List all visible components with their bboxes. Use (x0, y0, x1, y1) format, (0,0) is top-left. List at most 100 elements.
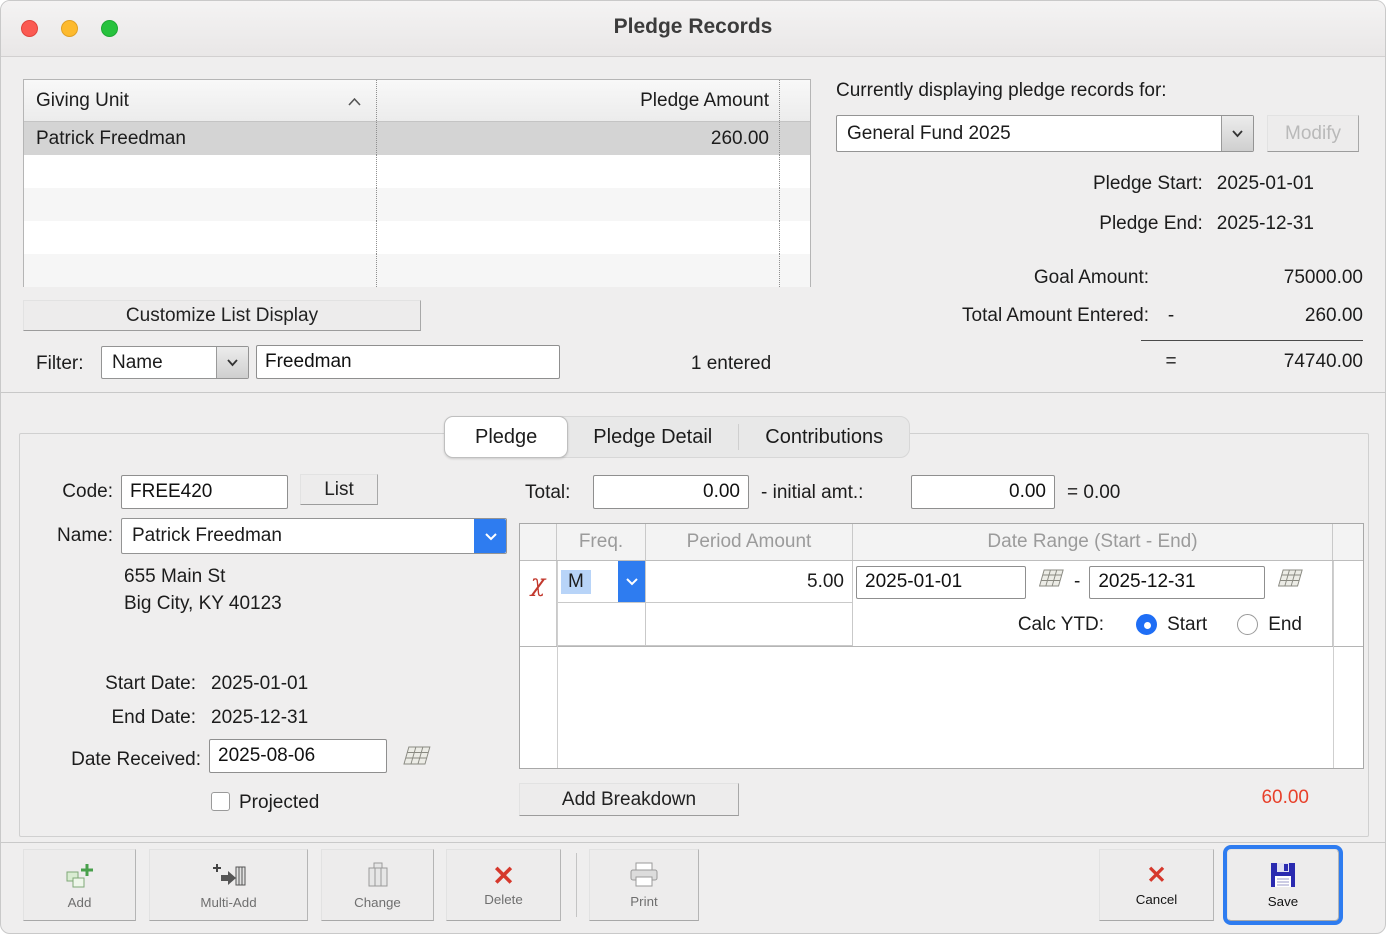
address-block: 655 Main St Big City, KY 40123 (124, 563, 282, 617)
pledge-start-row: Pledge Start: 2025-01-01 (836, 173, 1314, 195)
column-pledge-amount[interactable]: Pledge Amount (376, 80, 779, 121)
projected-checkbox[interactable] (211, 792, 230, 811)
add-breakdown-button[interactable]: Add Breakdown (519, 783, 739, 816)
list-button[interactable]: List (300, 474, 378, 505)
remaining-row: = 74740.00 (836, 351, 1363, 373)
freq-value: M (561, 570, 591, 594)
change-label: Change (354, 895, 401, 910)
column-period-amount: Period Amount (646, 524, 853, 560)
floppy-disk-icon (1270, 862, 1296, 891)
giving-row-empty (24, 254, 810, 287)
entered-count: 1 entered (656, 353, 806, 375)
chevron-down-icon[interactable] (618, 561, 645, 602)
tab-pledge-detail[interactable]: Pledge Detail (567, 417, 738, 457)
calendar-icon[interactable] (1035, 567, 1065, 597)
delete-x-icon: ✕ (492, 863, 515, 889)
code-input[interactable] (121, 475, 288, 509)
initial-amount-input[interactable] (911, 475, 1055, 509)
fund-heading: Currently displaying pledge records for: (836, 80, 1167, 102)
freq-combo[interactable]: M (557, 561, 646, 603)
grid-line (557, 561, 558, 768)
tab-contributions[interactable]: Contributions (739, 417, 909, 457)
code-label: Code: (31, 477, 113, 507)
save-button[interactable]: Save (1227, 849, 1339, 921)
tab-pledge[interactable]: Pledge (444, 416, 568, 458)
giving-row-empty (24, 155, 810, 188)
projected-label: Projected (239, 792, 319, 814)
printer-icon (628, 861, 660, 891)
multi-add-icon (211, 861, 247, 892)
filter-by-value: Name (102, 347, 216, 378)
customize-list-display-button[interactable]: Customize List Display (23, 300, 421, 331)
end-date-value: 2025-12-31 (211, 707, 308, 729)
add-label: Add (68, 895, 92, 910)
print-label: Print (630, 894, 657, 909)
name-select-value: Patrick Freedman (122, 519, 474, 553)
pledge-start-value: 2025-01-01 (1217, 173, 1314, 195)
column-freq: Freq. (557, 524, 646, 560)
pledge-end-row: Pledge End: 2025-12-31 (836, 213, 1314, 235)
filter-by-select[interactable]: Name (101, 346, 249, 379)
total-label: Total: (525, 478, 570, 508)
breakdown-row: χ M 5.00 (520, 561, 1363, 647)
delete-label: Delete (484, 892, 523, 907)
calc-ytd-end-radio[interactable] (1237, 614, 1258, 635)
giving-row-selected[interactable]: Patrick Freedman 260.00 (24, 122, 810, 155)
chevron-down-icon (1221, 116, 1253, 151)
fund-select-value: General Fund 2025 (837, 116, 1221, 151)
row-delete-chi-icon[interactable]: χ (520, 561, 557, 646)
period-amount-value[interactable]: 5.00 (646, 561, 853, 603)
total-entered-value: 260.00 (1193, 305, 1363, 327)
modify-button[interactable]: Modify (1267, 115, 1359, 152)
subtotal-rule (1141, 340, 1363, 341)
calc-ytd-end-label[interactable]: End (1268, 614, 1302, 636)
breakdown-table: Freq. Period Amount Date Range (Start - … (519, 523, 1364, 769)
pledge-end-label: Pledge End: (1099, 213, 1203, 235)
multi-add-button[interactable]: Multi-Add (149, 849, 308, 921)
calc-ytd-start-label[interactable]: Start (1167, 614, 1207, 636)
breakdown-body: χ M 5.00 (520, 561, 1363, 768)
calendar-icon[interactable] (1274, 567, 1304, 597)
add-button[interactable]: Add (23, 849, 136, 921)
fund-select[interactable]: General Fund 2025 (836, 115, 1254, 152)
range-start-input[interactable] (856, 566, 1026, 599)
cancel-label: Cancel (1136, 892, 1178, 907)
cancel-button[interactable]: ✕ Cancel (1099, 849, 1214, 921)
remaining-value: 74740.00 (1193, 351, 1363, 373)
end-date-label: End Date: (31, 707, 196, 729)
filter-text-input[interactable] (256, 345, 560, 379)
goal-amount-row: Goal Amount: 75000.00 (836, 267, 1363, 289)
pledge-start-label: Pledge Start: (1093, 173, 1203, 195)
add-icon (64, 861, 96, 892)
calc-ytd-start-radio[interactable] (1136, 614, 1157, 635)
change-button[interactable]: Change (321, 849, 434, 921)
chevron-down-icon (474, 519, 506, 553)
column-giving-unit[interactable]: Giving Unit (36, 90, 129, 112)
range-dash: - (1074, 571, 1080, 593)
save-label: Save (1268, 894, 1298, 909)
address-line2: Big City, KY 40123 (124, 590, 282, 617)
pledge-end-value: 2025-12-31 (1217, 213, 1314, 235)
titlebar: Pledge Records (1, 1, 1385, 57)
address-line1: 655 Main St (124, 563, 282, 590)
name-label: Name: (31, 521, 113, 551)
print-button[interactable]: Print (589, 849, 699, 921)
name-select[interactable]: Patrick Freedman (121, 518, 507, 554)
range-end-input[interactable] (1089, 566, 1265, 599)
multi-add-label: Multi-Add (200, 895, 256, 910)
giving-row-amount: 260.00 (376, 122, 779, 155)
total-input[interactable] (593, 475, 749, 509)
calendar-icon[interactable] (399, 743, 433, 776)
breakdown-sum: 60.00 (1169, 787, 1309, 809)
start-date-value: 2025-01-01 (211, 673, 308, 695)
scrollbar-gutter (779, 80, 810, 121)
sort-ascending-icon[interactable] (347, 90, 362, 112)
start-date-label: Start Date: (31, 673, 196, 695)
toolbar-group-separator (576, 853, 577, 917)
goal-amount-value: 75000.00 (1193, 267, 1363, 289)
calc-ytd-row: Calc YTD: Start End (853, 603, 1333, 646)
delete-button[interactable]: ✕ Delete (446, 849, 561, 921)
date-received-input[interactable] (209, 739, 387, 773)
goal-amount-label: Goal Amount: (836, 267, 1149, 289)
pledge-records-window: Pledge Records Giving Unit Pledge Amount… (0, 0, 1386, 934)
